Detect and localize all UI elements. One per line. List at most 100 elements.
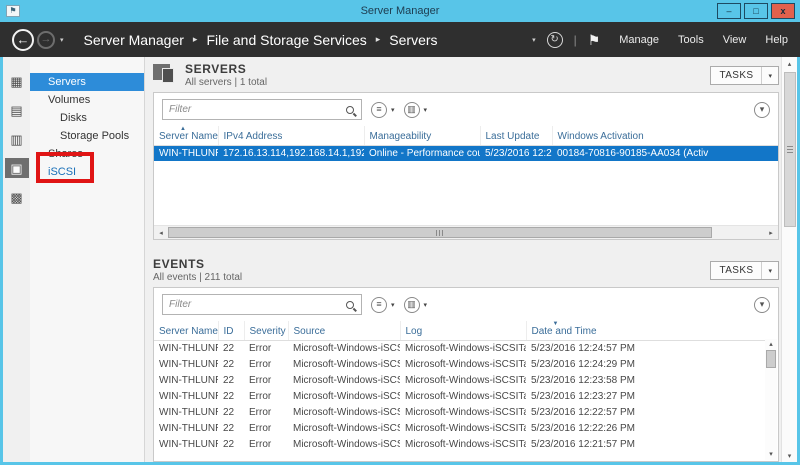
servers-tasks-button[interactable]: TASKS ▾ (710, 66, 779, 85)
main-vertical-scrollbar[interactable]: ▴ ▾ (781, 57, 797, 462)
col-windows-activation[interactable]: Windows Activation (552, 126, 778, 145)
window-body: ▦ ▤ ▥ ▣ ▸ ▩ Servers Volumes Disks Storag… (0, 57, 800, 465)
col-server-name[interactable]: Server Name (154, 321, 218, 340)
local-server-icon[interactable]: ▤ (5, 100, 29, 120)
servers-table-empty-area (154, 161, 778, 225)
col-id[interactable]: ID (218, 321, 244, 340)
services-icon[interactable]: ▩ (5, 187, 29, 207)
criteria-caret-icon: ▾ (391, 301, 395, 309)
servers-horizontal-scrollbar[interactable]: ◂ ▸ (154, 225, 778, 239)
close-button[interactable]: x (771, 3, 795, 19)
cell-id: 22 (218, 388, 244, 404)
event-row[interactable]: WIN-THLUNRVGHBO22ErrorMicrosoft-Windows-… (154, 340, 765, 356)
breadcrumb-file-storage-services[interactable]: File and Storage Services (206, 32, 366, 48)
menu-view[interactable]: View (723, 34, 747, 46)
col-last-update[interactable]: Last Update (480, 126, 552, 145)
col-server-name[interactable]: ▲Server Name (154, 126, 218, 145)
cell-datetime: 5/23/2016 12:24:29 PM (526, 356, 765, 372)
col-date-time[interactable]: ▼Date and Time (526, 321, 765, 340)
event-row[interactable]: WIN-THLUNRVGHBO22ErrorMicrosoft-Windows-… (154, 372, 765, 388)
cell-datetime: 5/23/2016 12:23:27 PM (526, 388, 765, 404)
servers-criteria-button[interactable]: ≡ ▾ (371, 102, 395, 118)
scrollbar-thumb[interactable] (784, 72, 796, 227)
events-collapse-button[interactable]: ▾ (754, 297, 770, 313)
all-servers-icon[interactable]: ▥ (5, 129, 29, 149)
cell-id: 22 (218, 436, 244, 452)
search-icon[interactable] (339, 295, 361, 314)
cell-log: Microsoft-Windows-iSCSITarget-Service/Ad… (400, 388, 526, 404)
event-row[interactable]: WIN-THLUNRVGHBO22ErrorMicrosoft-Windows-… (154, 356, 765, 372)
breadcrumb: Server Manager ▸ File and Storage Servic… (84, 32, 438, 48)
cell-log: Microsoft-Windows-iSCSITarget-Service/Ad… (400, 372, 526, 388)
forward-icon[interactable]: → (37, 31, 55, 49)
cell-source: Microsoft-Windows-iSCSITarget-Service (288, 420, 400, 436)
annotation-box-iscsi (36, 152, 94, 183)
servers-panel: ≡ ▾ ▥ ▾ ▾ ▲Server Name (153, 92, 779, 240)
history-caret-icon[interactable]: ▾ (60, 36, 64, 44)
notifications-flag-icon[interactable]: ⚑ (588, 33, 601, 47)
scrollbar-thumb[interactable] (766, 350, 776, 368)
sidebar-item-servers[interactable]: Servers (30, 73, 144, 91)
tasks-caret-icon: ▾ (761, 262, 778, 279)
file-storage-services-icon[interactable]: ▣ ▸ (5, 158, 29, 178)
servers-filter-input[interactable] (163, 104, 339, 115)
scrollbar-thumb[interactable] (168, 227, 712, 238)
servers-icon (153, 64, 177, 84)
window-title: Server Manager (0, 5, 800, 17)
sidebar-item-disks[interactable]: Disks (30, 109, 144, 127)
search-icon[interactable] (339, 100, 361, 119)
sidebar-item-volumes[interactable]: Volumes (30, 91, 144, 109)
module-icon-strip: ▦ ▤ ▥ ▣ ▸ ▩ (3, 57, 30, 462)
col-ipv4-address[interactable]: IPv4 Address (218, 126, 364, 145)
refresh-icon[interactable]: ↻ (547, 32, 563, 48)
scroll-up-icon[interactable]: ▴ (788, 59, 792, 70)
scroll-left-icon[interactable]: ◂ (154, 229, 168, 237)
events-tasks-button[interactable]: TASKS ▾ (710, 261, 779, 280)
scroll-down-icon[interactable]: ▾ (769, 449, 773, 460)
server-manager-window: ⚑ Server Manager – □ x ← → ▾ Server Mana… (0, 0, 800, 465)
events-save-filter-button[interactable]: ▥ ▾ (404, 297, 428, 313)
cell-source: Microsoft-Windows-iSCSITarget-Service (288, 340, 400, 356)
events-vertical-scrollbar[interactable]: ▴ ▾ (765, 339, 777, 460)
event-row[interactable]: WIN-THLUNRVGHBO22ErrorMicrosoft-Windows-… (154, 388, 765, 404)
breadcrumb-separator-icon: ▸ (376, 34, 381, 45)
server-row[interactable]: WIN-THLUNRVGHBO 172.16.13.114,192.168.14… (154, 145, 778, 161)
events-filter-input[interactable] (163, 299, 339, 310)
minimize-button[interactable]: – (717, 3, 741, 19)
breadcrumb-servers[interactable]: Servers (389, 32, 437, 48)
menu-manage[interactable]: Manage (619, 34, 659, 46)
maximize-button[interactable]: □ (744, 3, 768, 19)
sidebar-item-storage-pools[interactable]: Storage Pools (30, 127, 144, 145)
cell-server: WIN-THLUNRVGHBO (154, 404, 218, 420)
event-row[interactable]: WIN-THLUNRVGHBO22ErrorMicrosoft-Windows-… (154, 420, 765, 436)
event-row[interactable]: WIN-THLUNRVGHBO22ErrorMicrosoft-Windows-… (154, 436, 765, 452)
col-source[interactable]: Source (288, 321, 400, 340)
scroll-up-icon[interactable]: ▴ (769, 339, 773, 350)
cell-log: Microsoft-Windows-iSCSITarget-Service/Ad… (400, 356, 526, 372)
cell-last-update: 5/23/2016 12:25:00 PM (480, 145, 552, 161)
events-criteria-button[interactable]: ≡ ▾ (371, 297, 395, 313)
col-severity[interactable]: Severity (244, 321, 288, 340)
dashboard-icon[interactable]: ▦ (5, 71, 29, 91)
menu-help[interactable]: Help (765, 34, 788, 46)
col-manageability[interactable]: Manageability (364, 126, 480, 145)
cell-datetime: 5/23/2016 12:23:58 PM (526, 372, 765, 388)
cell-server-name: WIN-THLUNRVGHBO (154, 145, 218, 161)
servers-save-filter-button[interactable]: ▥ ▾ (404, 102, 428, 118)
cell-id: 22 (218, 372, 244, 388)
cell-id: 22 (218, 420, 244, 436)
back-icon[interactable]: ← (12, 29, 34, 51)
scroll-down-icon[interactable]: ▾ (788, 451, 792, 462)
cell-source: Microsoft-Windows-iSCSITarget-Service (288, 436, 400, 452)
cell-id: 22 (218, 404, 244, 420)
scroll-right-icon[interactable]: ▸ (764, 229, 778, 237)
servers-collapse-button[interactable]: ▾ (754, 102, 770, 118)
breadcrumb-separator-icon: ▸ (193, 34, 198, 45)
menu-tools[interactable]: Tools (678, 34, 704, 46)
address-caret-icon[interactable]: ▾ (532, 36, 536, 44)
col-log[interactable]: Log (400, 321, 526, 340)
breadcrumb-server-manager[interactable]: Server Manager (84, 32, 184, 48)
event-row[interactable]: WIN-THLUNRVGHBO22ErrorMicrosoft-Windows-… (154, 404, 765, 420)
collapse-chevron-icon: ▾ (754, 102, 770, 118)
servers-title: SERVERS (185, 62, 267, 76)
